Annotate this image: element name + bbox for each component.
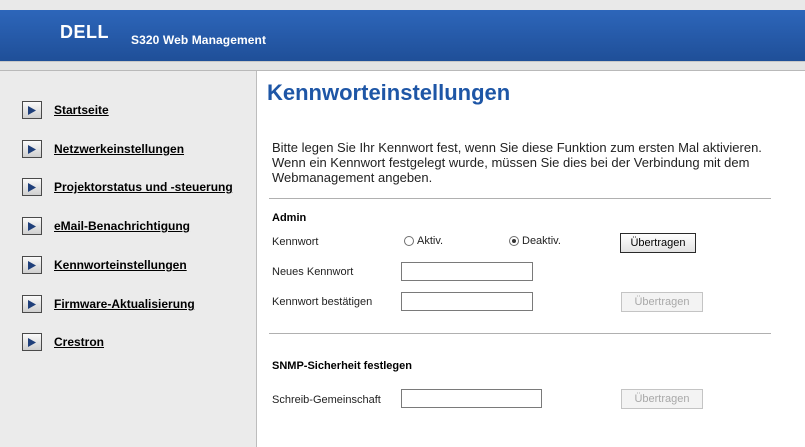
svg-text:DELL: DELL — [60, 22, 109, 42]
page-title: Kennworteinstellungen — [267, 80, 511, 105]
radio-inactive[interactable]: Deaktiv. — [509, 235, 561, 247]
sub-header-strip — [0, 61, 805, 71]
admin-heading: Admin — [272, 212, 307, 224]
arrow-right-icon[interactable] — [22, 217, 42, 235]
confirm-submit-button[interactable]: Übertragen — [621, 292, 703, 312]
product-title: S320 Web Management — [131, 33, 267, 47]
divider — [269, 333, 771, 334]
sidebar-item-label[interactable]: Kennworteinstellungen — [54, 258, 187, 272]
new-password-label: Neues Kennwort — [272, 266, 354, 278]
radio-circle-icon[interactable] — [404, 236, 414, 246]
sidebar-item-crestron[interactable]: Crestron — [22, 333, 104, 351]
snmp-submit-button[interactable]: Übertragen — [621, 389, 703, 409]
intro-text: Bitte legen Sie Ihr Kennwort fest, wenn … — [272, 140, 762, 185]
sidebar-item-projektorstatus[interactable]: Projektorstatus und -steuerung — [22, 178, 233, 196]
confirm-password-field[interactable] — [401, 292, 533, 311]
divider — [269, 198, 771, 199]
sidebar-item-startseite[interactable]: Startseite — [22, 101, 109, 119]
confirm-password-label: Kennwort bestätigen — [272, 296, 373, 308]
header-bar: DELL S320 Web Management — [0, 10, 805, 61]
arrow-right-icon[interactable] — [22, 333, 42, 351]
dell-logo: DELL — [60, 22, 109, 42]
sidebar-divider — [256, 71, 257, 447]
password-label: Kennwort — [272, 236, 319, 248]
sidebar-item-email[interactable]: eMail-Benachrichtigung — [22, 217, 190, 235]
sidebar-item-label[interactable]: eMail-Benachrichtigung — [54, 219, 190, 233]
arrow-right-icon[interactable] — [22, 140, 42, 158]
radio-active-label: Aktiv. — [417, 235, 444, 247]
sidebar-nav: Startseite Netzwerkeinstellungen Projekt… — [0, 71, 256, 447]
sidebar-item-label[interactable]: Netzwerkeinstellungen — [54, 142, 184, 156]
snmp-heading: SNMP-Sicherheit festlegen — [272, 360, 412, 372]
sidebar-item-netzwerk[interactable]: Netzwerkeinstellungen — [22, 140, 184, 158]
arrow-right-icon[interactable] — [22, 295, 42, 313]
arrow-right-icon[interactable] — [22, 178, 42, 196]
sidebar-item-label[interactable]: Crestron — [54, 335, 104, 349]
sidebar-item-label[interactable]: Startseite — [54, 103, 109, 117]
sidebar-item-firmware[interactable]: Firmware-Aktualisierung — [22, 295, 195, 313]
radio-checked-icon[interactable] — [509, 236, 519, 246]
new-password-field[interactable] — [401, 262, 533, 281]
arrow-right-icon[interactable] — [22, 256, 42, 274]
sidebar-item-label[interactable]: Projektorstatus und -steuerung — [54, 180, 233, 194]
radio-inactive-label: Deaktiv. — [522, 235, 561, 247]
radio-active[interactable]: Aktiv. — [404, 235, 443, 247]
top-strip — [0, 0, 805, 10]
arrow-right-icon[interactable] — [22, 101, 42, 119]
password-submit-button[interactable]: Übertragen — [620, 233, 696, 253]
community-field[interactable] — [401, 389, 542, 408]
sidebar-item-kennwort[interactable]: Kennworteinstellungen — [22, 256, 187, 274]
sidebar-item-label[interactable]: Firmware-Aktualisierung — [54, 297, 195, 311]
community-label: Schreib-Gemeinschaft — [272, 394, 381, 406]
